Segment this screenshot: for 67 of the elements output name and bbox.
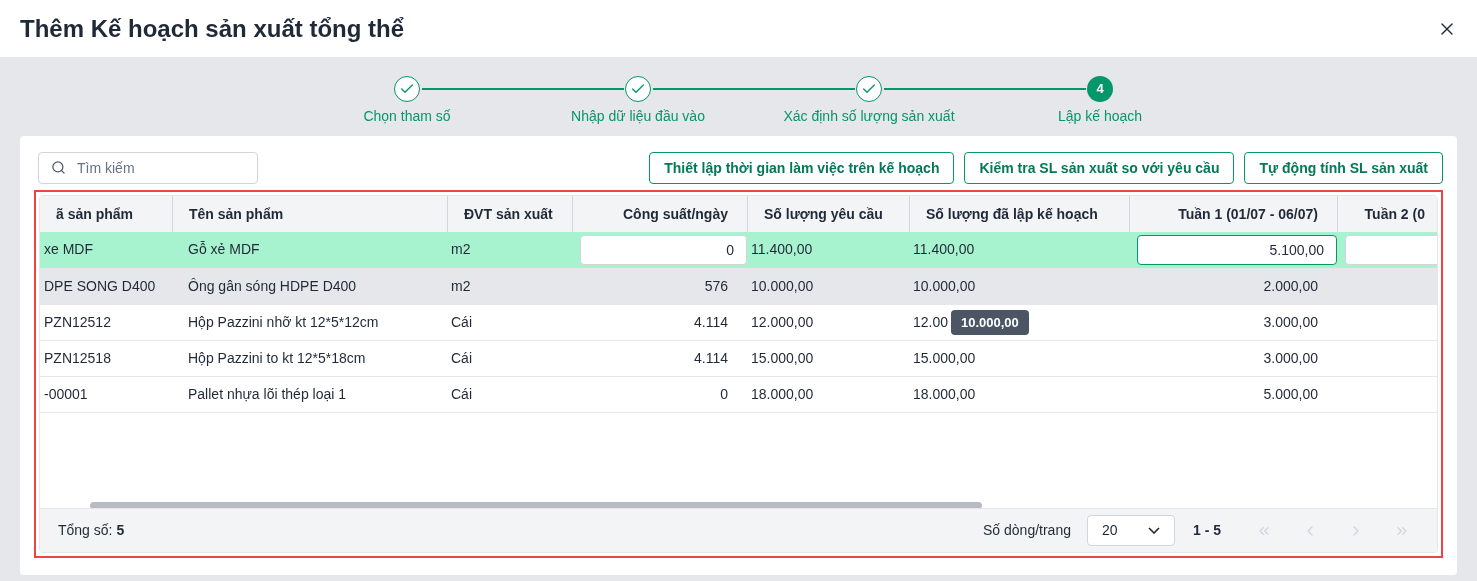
table-row[interactable]: PZN12512 Hộp Pazzini nhỡ kt 12*5*12cm Cái 4.114 12.000,00 12.00 10.000,00 3.000,00 [40, 304, 1437, 340]
table-cell-text: 4.114 [694, 313, 729, 330]
table-cell-text: Hộp Pazzini nhỡ kt 12*5*12cm [187, 313, 379, 330]
table-cell-text: 18.000,00 [750, 385, 814, 402]
table-row[interactable]: -00001 Pallet nhựa lõi thép loại 1 Cái 0 18.000,00 18.000,00 5.000,00 [40, 376, 1437, 412]
table-cell-text: m2 [450, 277, 471, 294]
table-cell-text: Cái [450, 349, 472, 366]
page-size-select[interactable]: 20 [1087, 515, 1175, 546]
table-cell-text: 15.000,00 [912, 349, 976, 366]
column-header: ĐVT sản xuất [464, 204, 553, 224]
table-cell-text: PZN12512 [43, 313, 111, 330]
total-count: Tổng số: 5 [58, 521, 125, 540]
table-cell-text: Cái [450, 313, 472, 330]
page-size-label: Số dòng/trang [983, 521, 1071, 540]
value-input[interactable]: 5.100,00 [1137, 234, 1337, 265]
table-cell-text: m2 [450, 241, 471, 258]
search-field[interactable]: Tìm kiếm [38, 152, 258, 184]
table-cell-text: Cái [450, 385, 472, 402]
table-cell-text: 4.114 [694, 349, 729, 366]
table-cell-text: 0 [720, 385, 729, 402]
search-icon [51, 160, 66, 175]
table-cell-text: Ông gân sóng HDPE D400 [187, 277, 357, 294]
table-cell-text: Pallet nhựa lõi thép loại 1 [187, 385, 347, 402]
table-cell-text: 10.000,00 [750, 277, 814, 294]
table-cell-text: 12.000,00 [750, 313, 814, 330]
table-cell-text: Gỗ xẻ MDF [187, 241, 260, 258]
table-cell-text: 3.000,00 [1263, 349, 1319, 366]
column-header: Công suất/ngày [623, 204, 728, 224]
chevron-down-icon [1148, 527, 1160, 534]
column-header: Tuần 2 (0 [1364, 204, 1425, 224]
action-button[interactable]: Tự động tính SL sản xuất [1244, 152, 1443, 184]
table-row[interactable]: xe MDF Gỗ xẻ MDF m2 0 11.400,00 11.400,00 5.100,00 [40, 232, 1437, 268]
table-cell-text: PZN12518 [43, 349, 111, 366]
column-header: ã sản phẩm [56, 204, 134, 224]
column-header: Tên sản phẩm [189, 204, 284, 224]
step-label: Xác định số lượng sản xuất [783, 107, 955, 126]
table-cell-text: 12.00 [912, 313, 949, 330]
table-cell-text: 576 [704, 277, 729, 294]
table-cell-text: DPE SONG D400 [43, 277, 156, 294]
table-cell-text: -00001 [43, 385, 88, 402]
table-cell-text: 3.000,00 [1263, 313, 1319, 330]
table-row[interactable]: PZN12518 Hộp Pazzini to kt 12*5*18cm Cái 4.114 15.000,00 15.000,00 3.000,00 [40, 340, 1437, 376]
table-row[interactable]: DPE SONG D400 Ông gân sóng HDPE D400 m2 576 10.000,00 10.000,00 2.000,00 [40, 268, 1437, 304]
step-label: Lập kế hoạch [1057, 107, 1143, 126]
scrollbar[interactable] [90, 502, 982, 508]
table-cell-text: 18.000,00 [912, 385, 976, 402]
page-range: 1 - 5 [1193, 521, 1221, 540]
table-cell-text: Hộp Pazzini to kt 12*5*18cm [187, 349, 366, 366]
column-header: Số lượng yêu cầu [764, 204, 883, 224]
table-cell-text: 5.000,00 [1263, 385, 1319, 402]
step-label: Nhập dữ liệu đầu vào [571, 107, 705, 126]
column-header: Số lượng đã lập kế hoạch [926, 204, 1098, 224]
action-button[interactable]: Kiểm tra SL sản xuất so với yêu cầu [964, 152, 1235, 184]
value-input[interactable]: 0 [580, 234, 747, 265]
column-header: Tuần 1 (01/07 - 06/07) [1178, 204, 1318, 224]
action-button[interactable]: Thiết lập thời gian làm việc trên kế hoạch [649, 152, 955, 184]
step-number: 4 [1087, 76, 1113, 102]
table-cell-text: xe MDF [43, 241, 93, 258]
table-cell-text: 11.400,00 [912, 241, 975, 258]
table-cell-text: 15.000,00 [750, 349, 814, 366]
value-input[interactable] [1345, 234, 1437, 265]
table-cell-text: 11.400,00 [750, 241, 813, 258]
step-label: Chọn tham số [363, 107, 451, 126]
dialog-title: Thêm Kế hoạch sản xuất tổng thể [20, 13, 405, 44]
tooltip: 10.000,00 [951, 309, 1029, 335]
table-cell-text: 2.000,00 [1263, 277, 1319, 294]
table-cell-text: 10.000,00 [912, 277, 976, 294]
